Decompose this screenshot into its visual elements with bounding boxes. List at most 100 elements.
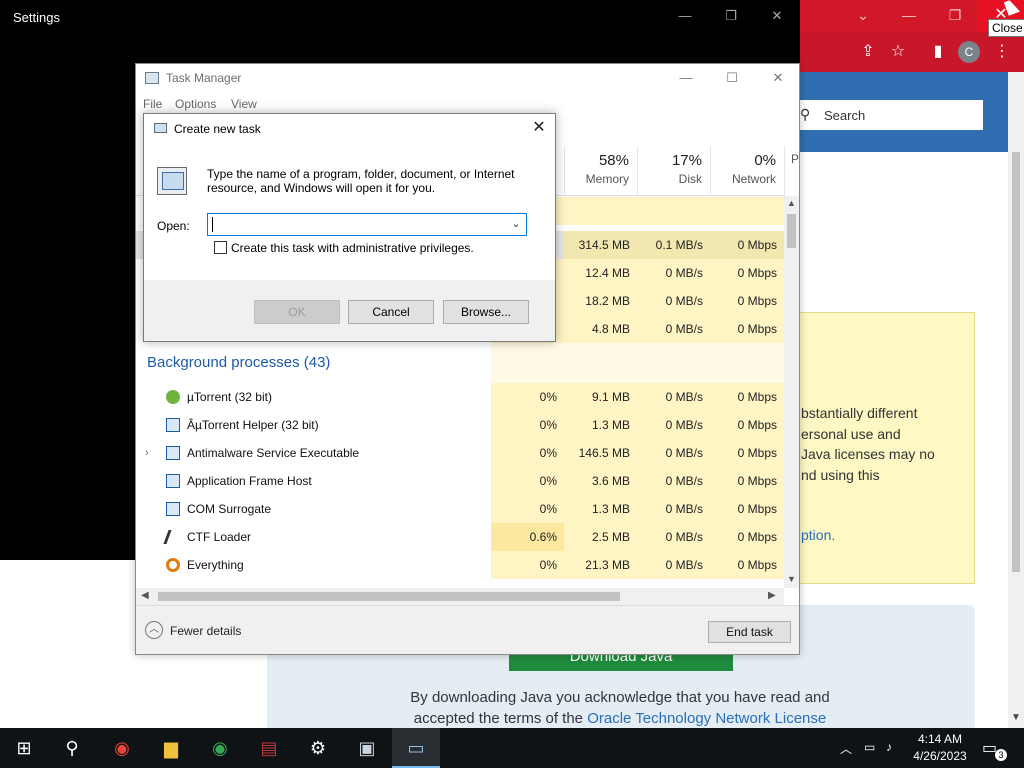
notification-count-badge: 3 <box>995 749 1007 761</box>
process-name: Antimalware Service Executable <box>187 446 360 460</box>
table-row[interactable]: › Antimalware Service Executable 0% 146.… <box>136 439 784 467</box>
open-input[interactable] <box>212 217 502 232</box>
cancel-button[interactable]: Cancel <box>348 300 434 324</box>
scroll-left-arrow-icon[interactable]: ◀ <box>141 590 149 601</box>
clock-time: 4:14 AM <box>917 732 963 746</box>
fewer-details-link[interactable]: Fewer details <box>170 624 241 638</box>
row-network: 0 Mbps <box>710 495 784 523</box>
restore-button[interactable]: ❐ <box>932 0 978 32</box>
scroll-right-arrow-icon[interactable]: ▶ <box>768 590 776 601</box>
page-scrollbar-thumb[interactable] <box>1012 152 1020 572</box>
row-memory: 21.3 MB <box>564 551 637 579</box>
tm-menu-bar: File Options View <box>136 94 799 114</box>
admin-privileges-checkbox[interactable] <box>214 241 227 254</box>
share-icon[interactable]: ⇪ <box>856 40 880 64</box>
open-combobox[interactable]: ⌄ <box>207 213 527 236</box>
memory-percent: 58% <box>598 152 629 169</box>
row-disk: 0 MB/s <box>637 551 710 579</box>
col-network[interactable]: 0% Network <box>710 146 784 196</box>
scroll-down-arrow-icon[interactable]: ▼ <box>787 574 796 584</box>
bookmark-star-icon[interactable]: ☆ <box>886 40 910 64</box>
ok-button[interactable]: OK <box>254 300 340 324</box>
process-name: ÂµTorrent Helper (32 bit) <box>187 418 319 432</box>
start-windows-icon[interactable]: ⊞ <box>0 728 48 768</box>
row-network: 0 Mbps <box>710 383 784 411</box>
settings-restore-button[interactable]: ❐ <box>708 4 754 28</box>
chrome-icon[interactable]: ◉ <box>98 728 146 768</box>
more-menu-icon[interactable]: ⋮ <box>990 40 1014 64</box>
menu-file[interactable]: File <box>143 97 162 111</box>
browse-button[interactable]: Browse... <box>443 300 529 324</box>
process-list-vscroll[interactable]: ▲ ▼ <box>784 196 799 588</box>
winrar-icon[interactable]: ▤ <box>245 728 293 768</box>
table-row[interactable]: µTorrent (32 bit) 0% 9.1 MB 0 MB/s 0 Mbp… <box>136 383 784 411</box>
settings-minimize-button[interactable]: — <box>662 4 708 28</box>
table-row[interactable]: COM Surrogate 0% 1.3 MB 0 MB/s 0 Mbps <box>136 495 784 523</box>
run-dialog-app-icon[interactable]: ▭ <box>392 728 440 768</box>
file-explorer-icon[interactable]: ▆ <box>147 728 195 768</box>
settings-gear-icon[interactable]: ⚙ <box>294 728 342 768</box>
table-row[interactable]: Application Frame Host 0% 3.6 MB 0 MB/s … <box>136 467 784 495</box>
network-icon[interactable]: ▭ <box>864 740 875 754</box>
menu-view[interactable]: View <box>231 97 257 111</box>
app-window-icon <box>166 418 180 432</box>
row-memory: 12.4 MB <box>564 259 637 287</box>
scroll-down-arrow-icon[interactable]: ▼ <box>1011 712 1021 723</box>
table-row[interactable]: CTF Loader 0.6% 2.5 MB 0 MB/s 0 Mbps <box>136 523 784 551</box>
disk-percent: 17% <box>671 152 702 169</box>
process-name: µTorrent (32 bit) <box>187 390 272 404</box>
col-memory[interactable]: 58% Memory <box>564 146 637 196</box>
settings-title: Settings <box>13 10 60 25</box>
profile-avatar[interactable]: C <box>958 41 980 63</box>
row-disk: 0 MB/s <box>637 467 710 495</box>
row-memory: 1.3 MB <box>564 495 637 523</box>
app-window-icon <box>166 474 180 488</box>
chevron-up-icon[interactable]: ︿ <box>145 621 163 639</box>
site-search-box[interactable]: ⚲ Search <box>790 100 983 130</box>
otn-license-link[interactable]: Oracle Technology Network License <box>587 710 826 727</box>
minimize-button[interactable]: — <box>886 0 932 32</box>
search-icon[interactable]: ⚲ <box>48 728 96 768</box>
tm-maximize-button[interactable]: ☐ <box>709 64 755 94</box>
process-list-hscroll[interactable]: ◀ ▶ <box>136 588 784 605</box>
admin-privileges-label[interactable]: Create this task with administrative pri… <box>231 241 474 255</box>
magnifier-icon <box>166 558 180 572</box>
chevron-down-icon[interactable]: ⌄ <box>508 217 524 230</box>
table-row[interactable]: ÂµTorrent Helper (32 bit) 0% 1.3 MB 0 MB… <box>136 411 784 439</box>
settings-close-button[interactable]: ✕ <box>754 4 800 28</box>
vscroll-thumb[interactable] <box>787 214 796 248</box>
row-disk: 0 MB/s <box>637 411 710 439</box>
tm-minimize-button[interactable]: — <box>663 64 709 94</box>
create-new-task-dialog: Create new task ✕ Type the name of a pro… <box>143 113 556 342</box>
dialog-close-button[interactable]: ✕ <box>525 118 553 140</box>
notice-link[interactable]: ption. <box>801 527 835 543</box>
expand-chevron-icon[interactable]: › <box>145 439 149 467</box>
taskbar-clock[interactable]: 4:14 AM 4/26/2023 <box>900 731 980 765</box>
row-disk: 0 MB/s <box>637 259 710 287</box>
row-network: 0 Mbps <box>710 259 784 287</box>
chevron-up-icon[interactable]: ︿ <box>840 740 852 757</box>
task-manager-app-icon[interactable]: ▣ <box>343 728 391 768</box>
page-scrollbar[interactable]: ▼ <box>1008 72 1024 728</box>
end-task-button[interactable]: End task <box>708 621 791 643</box>
col-disk[interactable]: 17% Disk <box>637 146 710 196</box>
side-panel-icon[interactable]: ▮ <box>926 40 950 64</box>
menu-options[interactable]: Options <box>175 97 216 111</box>
tm-close-button[interactable]: ✕ <box>755 64 801 94</box>
chrome-profile-icon[interactable]: ◉ <box>196 728 244 768</box>
legal-text-line2: accepted the terms of the Oracle Technol… <box>300 710 940 727</box>
row-cpu: 0% <box>491 383 564 411</box>
task-manager-title: Task Manager <box>166 71 242 85</box>
notice-line: bstantially different <box>801 405 918 421</box>
scroll-up-arrow-icon[interactable]: ▲ <box>787 198 796 208</box>
table-row[interactable]: Everything 0% 21.3 MB 0 MB/s 0 Mbps <box>136 551 784 579</box>
task-manager-footer: ︿ Fewer details End task <box>136 605 799 654</box>
col-power[interactable]: P <box>784 146 799 196</box>
row-memory: 314.5 MB <box>564 231 637 259</box>
row-network: 0 Mbps <box>710 231 784 259</box>
tab-search-icon[interactable]: ⌄ <box>840 0 886 32</box>
volume-icon[interactable]: ♪ <box>886 740 892 754</box>
hscroll-thumb[interactable] <box>158 592 620 601</box>
notice-line: Java licenses may no <box>801 446 935 462</box>
row-cpu: 0% <box>491 439 564 467</box>
